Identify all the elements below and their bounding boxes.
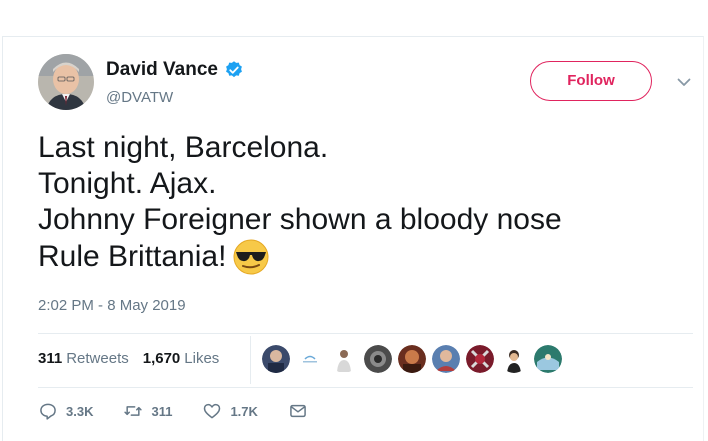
retweet-count: 311 — [151, 403, 173, 419]
display-name[interactable]: David Vance — [106, 59, 218, 81]
liker-avatar[interactable] — [296, 345, 324, 373]
retweet-button[interactable]: 311 — [123, 401, 172, 421]
sunglasses-emoji — [232, 238, 270, 276]
liker-avatar[interactable] — [466, 345, 494, 373]
divider — [38, 387, 693, 388]
avatar[interactable] — [38, 54, 94, 110]
liker-avatar[interactable] — [534, 345, 562, 373]
action-bar: 3.3K 311 1.7K — [38, 401, 346, 421]
tweet-line: Johnny Foreigner shown a bloody nose — [38, 203, 562, 236]
verified-icon — [224, 60, 244, 80]
like-button[interactable]: 1.7K — [202, 401, 258, 421]
divider — [38, 333, 693, 334]
dm-icon — [290, 404, 306, 418]
reply-button[interactable]: 3.3K — [38, 401, 93, 421]
heart-icon — [204, 403, 221, 419]
tweet-line: Rule Brittania! — [38, 240, 227, 273]
tweet-line: Tonight. Ajax. — [38, 167, 217, 200]
retweet-icon — [124, 406, 143, 416]
tweet-line: Last night, Barcelona. — [38, 131, 329, 164]
like-count: 1.7K — [230, 403, 258, 419]
retweets-label: Retweets — [66, 350, 129, 367]
liker-avatars — [262, 345, 568, 373]
direct-message-button[interactable] — [288, 401, 316, 421]
follow-button[interactable]: Follow — [530, 61, 652, 101]
liker-avatar[interactable] — [262, 345, 290, 373]
tweet-line-last: Rule Brittania! — [38, 238, 678, 276]
tweet-text: Last night, Barcelona. Tonight. Ajax. Jo… — [38, 130, 678, 276]
retweets-count: 311 — [38, 350, 63, 367]
liker-avatar[interactable] — [330, 345, 358, 373]
liker-avatar[interactable] — [432, 345, 460, 373]
likes-label: Likes — [184, 350, 220, 367]
user-handle[interactable]: @DVATW — [106, 89, 173, 106]
chevron-down-icon[interactable] — [676, 74, 692, 90]
stats-divider — [250, 336, 251, 384]
liker-avatar[interactable] — [398, 345, 426, 373]
likes-stat[interactable]: 1,670 Likes — [143, 350, 220, 367]
tweet-timestamp[interactable]: 2:02 PM - 8 May 2019 — [38, 297, 186, 314]
liker-avatar[interactable] — [500, 345, 528, 373]
display-name-row[interactable]: David Vance — [106, 59, 244, 81]
engagement-stats: 311 Retweets 1,670 Likes — [38, 350, 219, 367]
likes-count: 1,670 — [142, 350, 181, 367]
reply-icon — [40, 403, 56, 420]
reply-count: 3.3K — [66, 403, 94, 419]
liker-avatar[interactable] — [364, 345, 392, 373]
retweets-stat[interactable]: 311 Retweets — [38, 350, 129, 367]
